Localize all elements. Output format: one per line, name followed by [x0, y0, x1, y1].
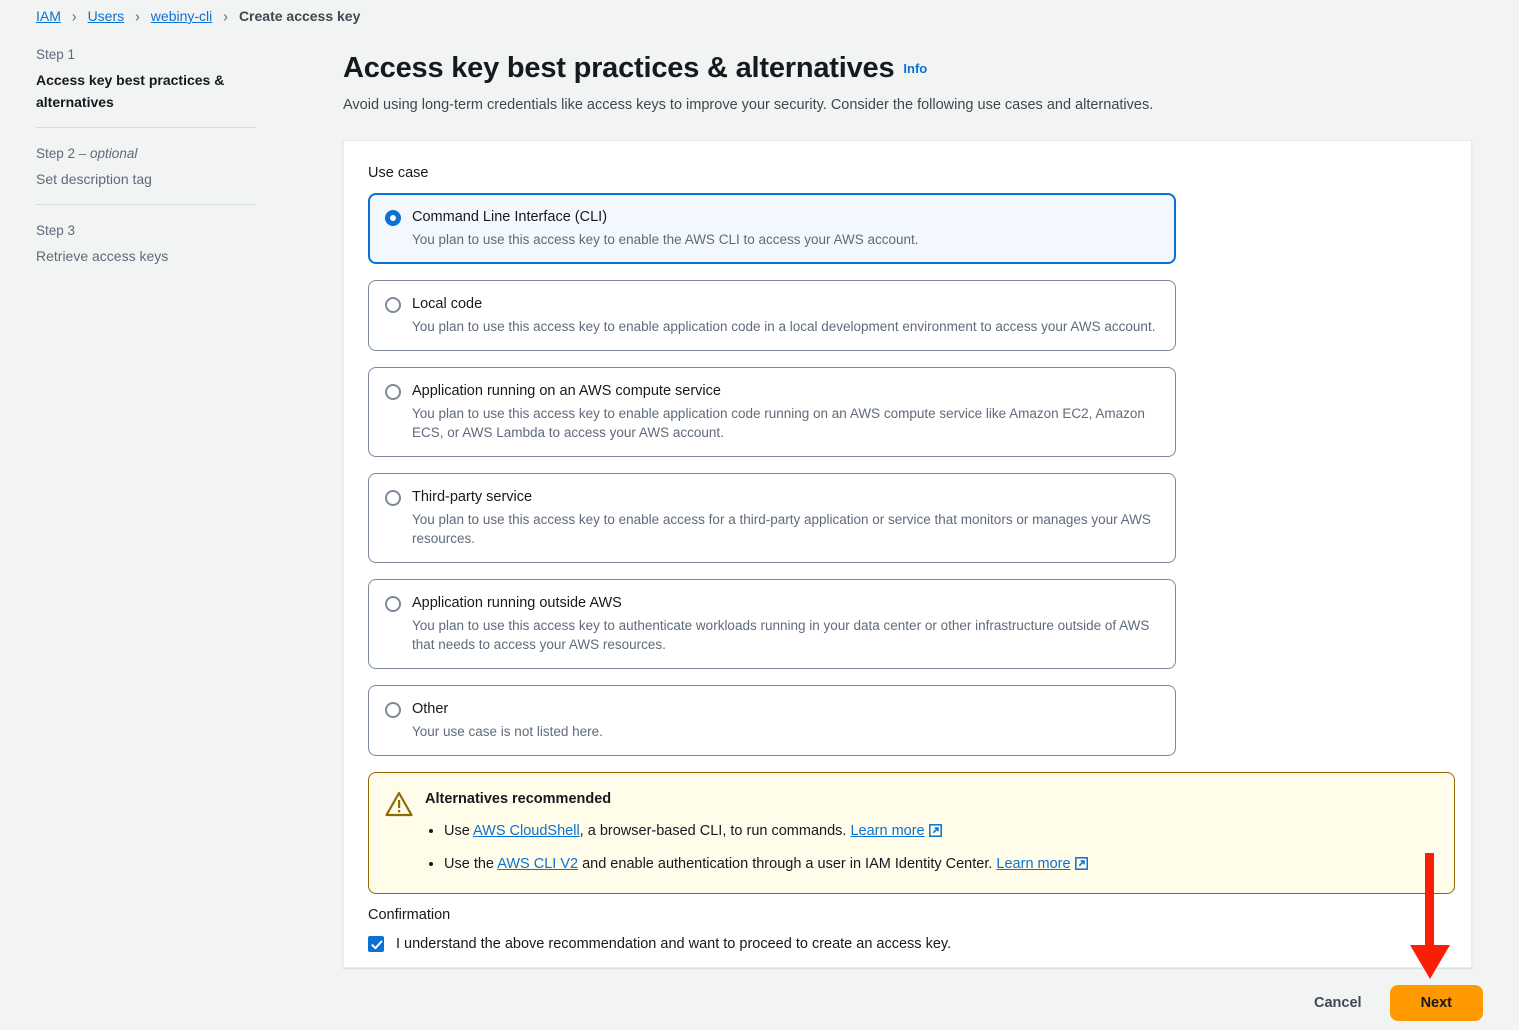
form-card: Use case Command Line Interface (CLI) Yo…: [343, 140, 1472, 968]
cancel-button[interactable]: Cancel: [1308, 987, 1368, 1019]
use-case-label: Use case: [368, 165, 429, 181]
radio-icon-selected[interactable]: [385, 210, 401, 226]
warning-triangle-icon: [385, 791, 413, 877]
page-description: Avoid using long-term credentials like a…: [343, 97, 1154, 113]
radio-tile-cli[interactable]: Command Line Interface (CLI) You plan to…: [368, 193, 1176, 264]
radio-tile-description: You plan to use this access key to authe…: [412, 618, 1150, 652]
step-2-label: Step 2: [36, 146, 76, 161]
next-button[interactable]: Next: [1389, 985, 1483, 1021]
bullet-middle: and enable authentication through a user…: [578, 856, 997, 872]
radio-icon[interactable]: [385, 702, 401, 718]
step-3-label: Step 3: [36, 223, 76, 238]
page-title: Access key best practices & alternatives: [343, 52, 895, 84]
sidebar-step-3-number: Step 3: [36, 221, 256, 241]
radio-tile-description: You plan to use this access key to enabl…: [412, 512, 1151, 546]
confirmation-label: Confirmation: [368, 907, 451, 923]
bullet-middle: , a browser-based CLI, to run commands.: [579, 823, 851, 839]
bullet-prefix: Use the: [444, 856, 498, 872]
alternatives-recommended-alert: Alternatives recommended Use AWS CloudSh…: [368, 772, 1455, 894]
radio-icon[interactable]: [385, 384, 401, 400]
sidebar-step-3[interactable]: Step 3 Retrieve access keys: [36, 204, 256, 281]
radio-tile-description: Your use case is not listed here.: [412, 724, 603, 739]
breadcrumb-separator-icon: ›: [71, 6, 77, 26]
info-link[interactable]: Info: [903, 61, 927, 76]
use-case-radio-group: Command Line Interface (CLI) You plan to…: [368, 193, 1176, 756]
sidebar-step-1[interactable]: Step 1 Access key best practices & alter…: [36, 45, 256, 127]
radio-tile-title: Local code: [412, 296, 483, 312]
link-learn-more-cloudshell[interactable]: Learn more: [850, 823, 924, 839]
radio-icon[interactable]: [385, 297, 401, 313]
page-header: Access key best practices & alternatives…: [343, 50, 1473, 116]
step-1-label: Step 1: [36, 47, 76, 62]
external-link-icon: [928, 822, 942, 844]
radio-icon[interactable]: [385, 490, 401, 506]
bullet-prefix: Use: [444, 823, 474, 839]
breadcrumb-item-users[interactable]: Users: [88, 8, 125, 24]
radio-icon[interactable]: [385, 596, 401, 612]
link-learn-more-cli-v2[interactable]: Learn more: [996, 856, 1070, 872]
wizard-step-navigation: Step 1 Access key best practices & alter…: [36, 45, 256, 281]
radio-tile-third-party-service[interactable]: Third-party service You plan to use this…: [368, 473, 1176, 563]
alert-bullet-cloudshell: Use AWS CloudShell, a browser-based CLI,…: [444, 820, 1436, 844]
alert-bullet-cli-v2: Use the AWS CLI V2 and enable authentica…: [444, 853, 1436, 877]
confirmation-checkbox-row[interactable]: I understand the above recommendation an…: [368, 934, 1447, 954]
alert-bullet-list: Use AWS CloudShell, a browser-based CLI,…: [444, 820, 1436, 877]
form-actions: Cancel Next: [1308, 985, 1483, 1021]
alert-title: Alternatives recommended: [425, 791, 612, 807]
confirmation-checkbox-label: I understand the above recommendation an…: [396, 936, 952, 952]
radio-tile-local-code[interactable]: Local code You plan to use this access k…: [368, 280, 1176, 351]
radio-tile-description: You plan to use this access key to enabl…: [412, 406, 1145, 440]
link-aws-cloudshell[interactable]: AWS CloudShell: [473, 823, 580, 839]
radio-tile-outside-aws[interactable]: Application running outside AWS You plan…: [368, 579, 1176, 669]
breadcrumb-separator-icon: ›: [223, 6, 228, 26]
breadcrumb-item-current: Create access key: [238, 8, 361, 24]
radio-tile-description: You plan to use this access key to enabl…: [412, 319, 1156, 334]
radio-tile-aws-compute-service[interactable]: Application running on an AWS compute se…: [368, 367, 1176, 457]
radio-tile-title: Command Line Interface (CLI): [412, 209, 608, 225]
sidebar-step-1-title: Access key best practices & alternatives: [36, 72, 225, 110]
confirmation-checkbox[interactable]: [368, 936, 384, 952]
radio-tile-other[interactable]: Other Your use case is not listed here.: [368, 685, 1176, 756]
breadcrumb-item-iam[interactable]: IAM: [36, 8, 61, 24]
external-link-icon: [1074, 855, 1088, 877]
sidebar-step-2[interactable]: Step 2 – optional Set description tag: [36, 127, 256, 204]
radio-tile-title: Other: [412, 701, 449, 717]
radio-tile-title: Third-party service: [412, 489, 533, 505]
step-2-optional: – optional: [75, 146, 138, 161]
breadcrumb-separator-icon: ›: [135, 6, 140, 26]
sidebar-step-2-title: Set description tag: [36, 171, 152, 187]
sidebar-step-1-number: Step 1: [36, 45, 256, 65]
radio-tile-description: You plan to use this access key to enabl…: [412, 232, 919, 247]
sidebar-step-3-title: Retrieve access keys: [36, 248, 169, 264]
sidebar-step-2-number: Step 2 – optional: [36, 144, 256, 164]
radio-tile-title: Application running on an AWS compute se…: [412, 383, 721, 399]
breadcrumb: IAM › Users › webiny-cli › Create access…: [36, 6, 360, 26]
breadcrumb-item-webiny-cli[interactable]: webiny-cli: [151, 8, 212, 24]
radio-tile-title: Application running outside AWS: [412, 595, 622, 611]
link-aws-cli-v2[interactable]: AWS CLI V2: [497, 856, 578, 872]
confirmation-section: Confirmation I understand the above reco…: [368, 905, 1447, 954]
